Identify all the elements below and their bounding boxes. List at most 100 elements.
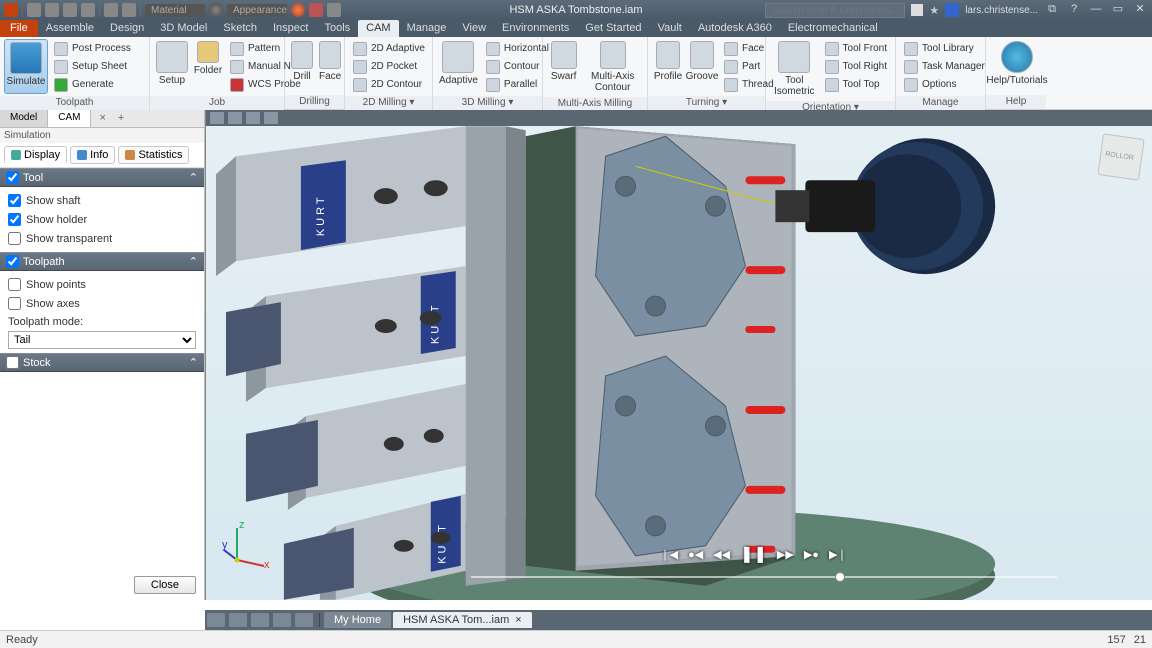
save-icon[interactable] [45, 3, 59, 17]
playback-first-button[interactable]: ❘◀ [660, 548, 678, 561]
playback-last-button[interactable]: ▶❘ [829, 548, 847, 561]
playback-forward-button[interactable]: ▶▶ [777, 548, 794, 561]
playback-rewind-button[interactable]: ◀◀ [713, 548, 730, 561]
doctab-myhome[interactable]: My Home [324, 612, 391, 628]
open-icon[interactable] [27, 3, 41, 17]
project-icon[interactable] [122, 3, 136, 17]
drill-button[interactable]: Drill [289, 39, 315, 84]
panel-tab-model[interactable]: Model [0, 110, 48, 127]
vp-icon-4[interactable] [264, 112, 278, 124]
home-icon[interactable] [104, 3, 118, 17]
tab-environments[interactable]: Environments [494, 20, 577, 37]
post-process-button[interactable]: Post Process [51, 40, 134, 57]
tab-design[interactable]: Design [102, 20, 152, 37]
section-toolpath-header[interactable]: Toolpath⌃ [0, 252, 204, 271]
multiaxis-contour-button[interactable]: Multi-Axis Contour [582, 39, 643, 95]
toolpath-mode-select[interactable]: Tail [8, 331, 196, 349]
material-dropdown[interactable]: Material [145, 4, 205, 17]
doctab-icon-2[interactable] [229, 613, 247, 627]
appearance-sphere-icon[interactable] [291, 3, 305, 17]
fx-icon[interactable] [309, 3, 323, 17]
tab-a360[interactable]: Autodesk A360 [690, 20, 780, 37]
viewport-scene[interactable]: KURT KURT KURT [206, 126, 1152, 600]
show-transparent-checkbox[interactable] [8, 232, 21, 245]
material-sphere-icon[interactable] [209, 3, 223, 17]
options-button[interactable]: Options [901, 76, 988, 93]
tab-inspect[interactable]: Inspect [265, 20, 316, 37]
user-name[interactable]: lars.christense... [965, 5, 1038, 16]
tool-library-button[interactable]: Tool Library [901, 40, 988, 57]
maximize-button[interactable]: ▭ [1110, 3, 1126, 17]
tab-view[interactable]: View [454, 20, 494, 37]
help-icon[interactable]: ? [1066, 3, 1082, 17]
profile-button[interactable]: Profile [652, 39, 684, 84]
tab-electromech[interactable]: Electromechanical [780, 20, 886, 37]
setup-button[interactable]: Setup [154, 39, 190, 88]
doctab-icon-3[interactable] [251, 613, 269, 627]
tab-tools[interactable]: Tools [316, 20, 358, 37]
group-3d-milling-label[interactable]: 3D Milling ▾ [433, 96, 542, 110]
playback-stepback-button[interactable]: ●◀ [688, 548, 703, 561]
help-search-input[interactable] [765, 3, 905, 18]
task-manager-button[interactable]: Task Manager [901, 58, 988, 75]
section-toolpath-checkbox[interactable] [6, 255, 19, 268]
horizontal-button[interactable]: Horizontal [483, 40, 552, 57]
tool-right-button[interactable]: Tool Right [822, 58, 890, 75]
doctab-icon-5[interactable] [295, 613, 313, 627]
doctab-close-icon[interactable]: × [515, 614, 521, 626]
playback-playpause-button[interactable]: ❚❚ [740, 544, 767, 564]
groove-button[interactable]: Groove [686, 39, 718, 84]
tab-getstarted[interactable]: Get Started [577, 20, 649, 37]
show-points-checkbox[interactable] [8, 278, 21, 291]
measure-icon[interactable] [327, 3, 341, 17]
timeline-knob[interactable] [835, 572, 845, 582]
playback-stepfwd-button[interactable]: ▶● [804, 548, 819, 561]
2d-pocket-button[interactable]: 2D Pocket [350, 58, 428, 75]
panel-tab-cam[interactable]: CAM [48, 110, 91, 127]
subtab-display[interactable]: Display [4, 146, 67, 164]
swarf-button[interactable]: Swarf [547, 39, 580, 84]
star-icon[interactable]: ★ [929, 4, 939, 17]
help-tutorials-button[interactable]: Help/Tutorials [990, 39, 1044, 88]
subtab-info[interactable]: Info [70, 146, 115, 164]
folder-button[interactable]: Folder [192, 39, 224, 78]
show-axes-checkbox[interactable] [8, 297, 21, 310]
tool-top-button[interactable]: Tool Top [822, 76, 890, 93]
panel-tab-close-icon[interactable]: × [95, 110, 109, 127]
generate-button[interactable]: Generate [51, 76, 134, 93]
tool-front-button[interactable]: Tool Front [822, 40, 890, 57]
panel-close-button[interactable]: Close [134, 576, 196, 594]
minimize-button[interactable]: — [1088, 3, 1104, 17]
file-tab[interactable]: File [0, 20, 38, 37]
tab-3dmodel[interactable]: 3D Model [152, 20, 215, 37]
playback-timeline[interactable] [471, 576, 1058, 578]
section-stock-header[interactable]: Stock⌃ [0, 353, 204, 372]
2d-adaptive-button[interactable]: 2D Adaptive [350, 40, 428, 57]
contour-button[interactable]: Contour [483, 58, 552, 75]
undo-icon[interactable] [63, 3, 77, 17]
vp-icon-3[interactable] [246, 112, 260, 124]
section-stock-checkbox[interactable] [6, 356, 19, 369]
tab-cam[interactable]: CAM [358, 20, 398, 37]
tab-assemble[interactable]: Assemble [38, 20, 102, 37]
appearance-dropdown[interactable]: Appearance [227, 4, 287, 17]
face-button[interactable]: Face [317, 39, 343, 84]
doctab-active[interactable]: HSM ASKA Tom...iam× [393, 612, 532, 628]
view-cube[interactable]: ROLLOR [1097, 133, 1144, 180]
section-tool-header[interactable]: Tool⌃ [0, 168, 204, 187]
signin-icon[interactable] [911, 4, 923, 16]
viewport[interactable]: KURT KURT KURT [205, 110, 1152, 600]
group-turning-label[interactable]: Turning ▾ [648, 96, 765, 110]
tab-vault[interactable]: Vault [650, 20, 690, 37]
section-tool-checkbox[interactable] [6, 171, 19, 184]
doctab-icon-4[interactable] [273, 613, 291, 627]
cart-icon[interactable]: ⧉ [1044, 3, 1060, 17]
2d-contour-button[interactable]: 2D Contour [350, 76, 428, 93]
show-shaft-checkbox[interactable] [8, 194, 21, 207]
redo-icon[interactable] [81, 3, 95, 17]
doctab-icon-1[interactable] [207, 613, 225, 627]
tab-sketch[interactable]: Sketch [215, 20, 265, 37]
tool-isometric-button[interactable]: Tool Isometric [770, 39, 819, 99]
show-holder-checkbox[interactable] [8, 213, 21, 226]
tab-manage[interactable]: Manage [399, 20, 455, 37]
